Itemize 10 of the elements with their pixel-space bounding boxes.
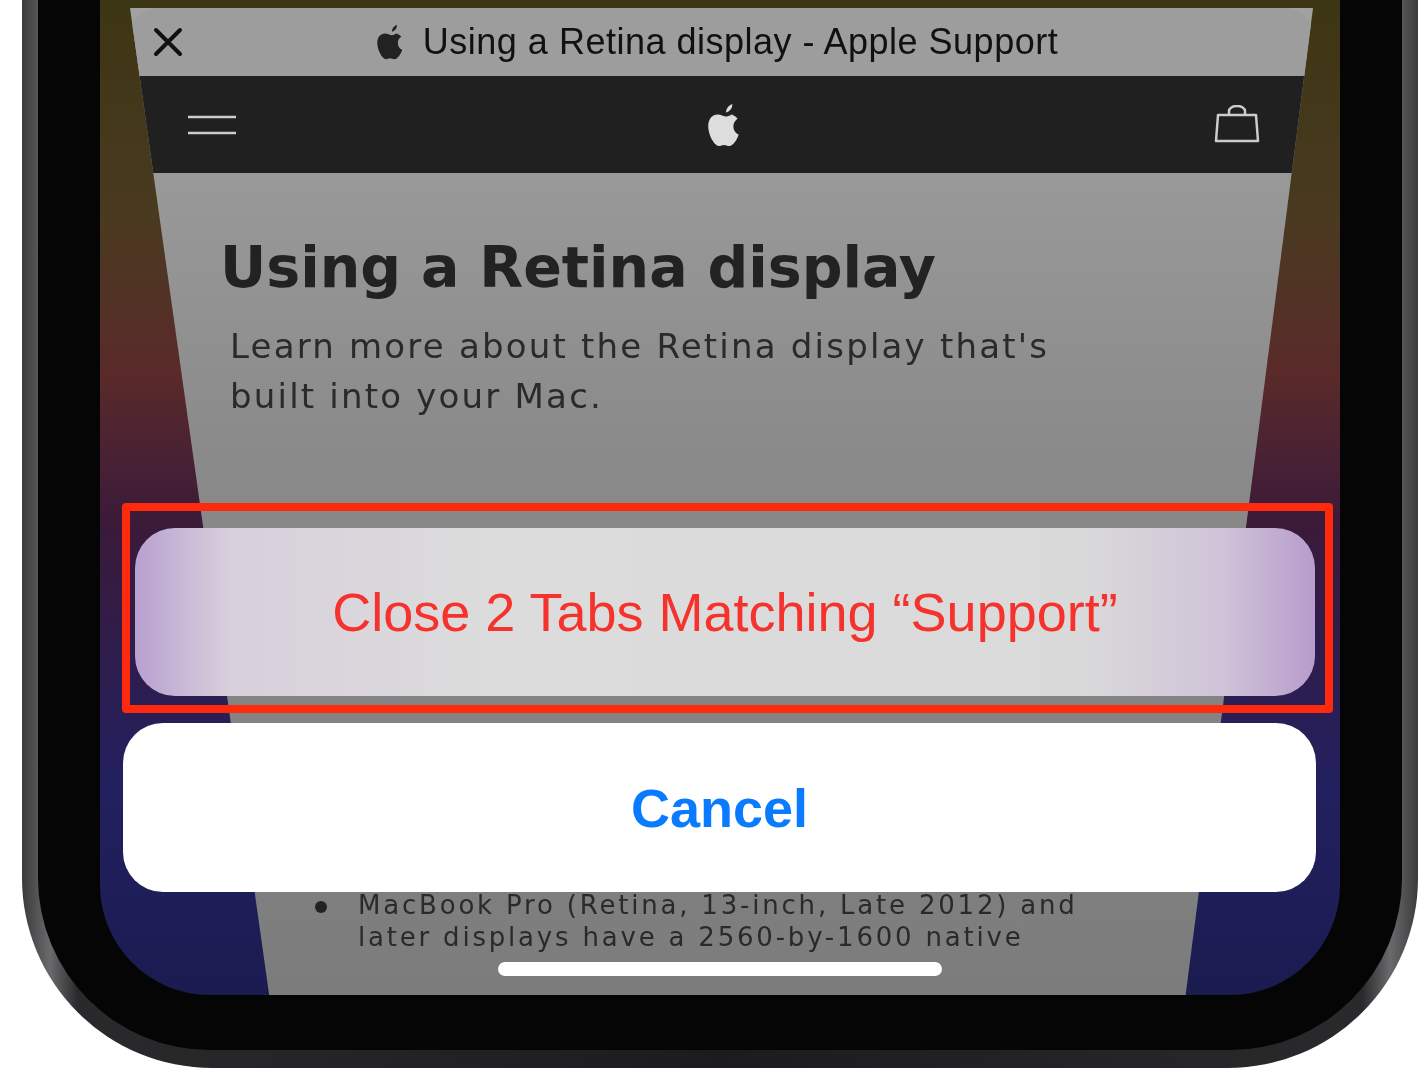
close-icon[interactable]: [152, 26, 184, 58]
bag-icon[interactable]: [1213, 104, 1261, 145]
menu-icon[interactable]: [187, 113, 237, 136]
bullet-text: MacBook Pro (Retina, 13-inch, Late 2012) and later displays have a 2560-by-1600 native: [358, 889, 1079, 953]
close-tabs-button[interactable]: Close 2 Tabs Matching “Support”: [135, 528, 1315, 696]
bullet-icon: [315, 901, 327, 913]
tab-title: Using a Retina display - Apple Support: [422, 21, 1059, 63]
cancel-button[interactable]: Cancel: [123, 723, 1316, 892]
page-intro: Learn more about the Retina display that's built into your Mac.: [230, 325, 1051, 418]
page-heading: Using a Retina display: [220, 235, 937, 299]
